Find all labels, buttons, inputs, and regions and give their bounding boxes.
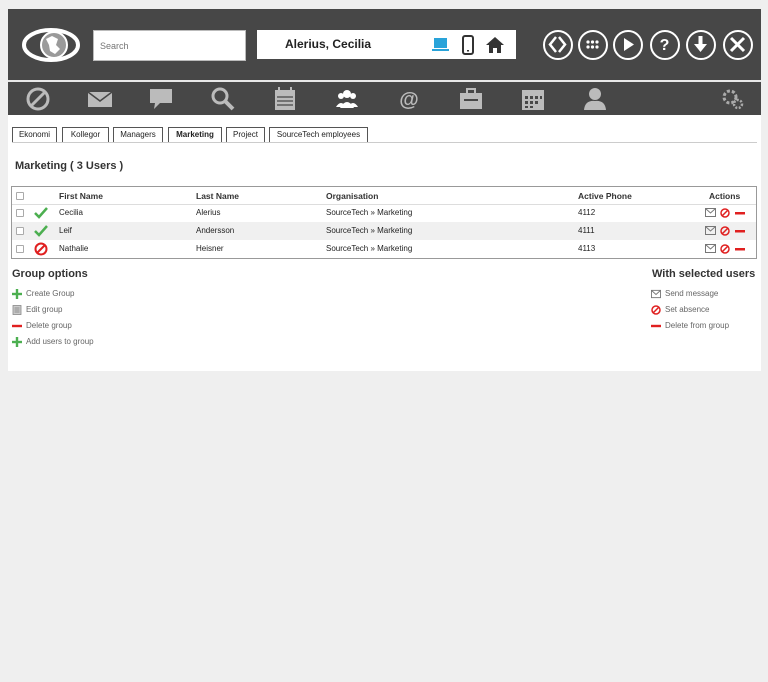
row-checkbox[interactable] (16, 209, 24, 217)
svg-text:@: @ (399, 89, 419, 111)
download-icon (694, 36, 707, 52)
search-icon[interactable] (210, 86, 236, 112)
play-button[interactable] (613, 30, 643, 60)
column-active-phone[interactable]: Active Phone (578, 187, 632, 205)
tab-ekonomi[interactable]: Ekonomi (12, 127, 57, 142)
column-organisation[interactable]: Organisation (326, 187, 378, 205)
organisation: SourceTech » Marketing (326, 226, 413, 235)
column-first-name[interactable]: First Name (59, 187, 103, 205)
absence-icon (651, 305, 661, 315)
column-last-name[interactable]: Last Name (196, 187, 239, 205)
briefcase-icon[interactable] (458, 86, 484, 112)
last-name: Alerius (196, 208, 221, 217)
schedule-icon[interactable] (520, 86, 546, 112)
computer-icon[interactable] (431, 35, 451, 55)
tab-managers[interactable]: Managers (113, 127, 163, 142)
row-actions (705, 244, 751, 254)
help-button[interactable]: ? (650, 30, 680, 60)
organisation: SourceTech » Marketing (326, 208, 413, 217)
apps-grid-icon (586, 40, 599, 49)
home-icon[interactable] (485, 35, 505, 55)
search-input[interactable] (93, 30, 246, 61)
minus-icon (651, 324, 661, 328)
download-button[interactable] (686, 30, 716, 60)
last-name: Andersson (196, 226, 235, 235)
chat-icon[interactable] (148, 86, 174, 112)
settings-icon[interactable] (720, 86, 746, 112)
current-user-name: Alerius, Cecilia (285, 37, 372, 51)
mobile-phone-icon[interactable] (458, 35, 478, 55)
tab-sourcetech-employees[interactable]: SourceTech employees (269, 127, 368, 142)
close-button[interactable] (723, 30, 753, 60)
last-name: Heisner (196, 244, 224, 253)
tab-project[interactable]: Project (226, 127, 265, 142)
column-actions: Actions (709, 191, 741, 201)
delete-from-group-icon[interactable] (735, 244, 745, 254)
user-icon[interactable] (582, 86, 608, 112)
plus-icon (12, 289, 22, 299)
group-options-title: Group options (12, 268, 88, 280)
groups-icon[interactable] (334, 86, 360, 112)
page-title: Marketing ( 3 Users ) (15, 160, 124, 172)
first-name: Leif (59, 226, 72, 235)
row-checkbox[interactable] (16, 227, 24, 235)
edit-icon (12, 305, 22, 315)
table-row: Cecilia Alerius SourceTech » Marketing 4… (12, 204, 756, 222)
select-all-checkbox[interactable] (16, 192, 24, 200)
available-check-icon (34, 207, 48, 219)
active-phone: 4112 (578, 208, 596, 217)
tab-kollegor[interactable]: Kollegor (62, 127, 109, 142)
set-absence-icon[interactable] (720, 208, 730, 218)
send-message-icon[interactable] (705, 244, 716, 253)
tab-divider (12, 142, 757, 143)
set-absence-icon[interactable] (720, 226, 730, 236)
switch-icon (548, 36, 567, 53)
set-absence-icon[interactable] (720, 244, 730, 254)
current-user-box: Alerius, Cecilia (257, 30, 516, 59)
absent-icon (34, 242, 48, 256)
table-row: Leif Andersson SourceTech » Marketing 41… (12, 222, 756, 240)
plus-icon (12, 337, 22, 347)
switch-button[interactable] (543, 30, 573, 60)
apps-button[interactable] (578, 30, 608, 60)
send-message-icon[interactable] (705, 226, 716, 235)
close-icon (729, 36, 746, 53)
row-actions (705, 208, 751, 218)
globe-logo-icon (22, 25, 80, 65)
svg-text:?: ? (660, 37, 670, 54)
minus-icon (12, 324, 22, 328)
delete-from-group-icon[interactable] (735, 208, 745, 218)
help-icon: ? (660, 37, 670, 54)
active-phone: 4111 (578, 226, 595, 235)
active-phone: 4113 (578, 244, 596, 253)
available-check-icon (34, 225, 48, 237)
absence-icon[interactable] (25, 86, 51, 112)
selected-users-title: With selected users (652, 268, 756, 280)
first-name: Cecilia (59, 208, 84, 217)
row-actions (705, 226, 751, 236)
first-name: Nathalie (59, 244, 89, 253)
calendar-icon[interactable] (272, 86, 298, 112)
main-toolbar: @ (8, 82, 761, 115)
play-icon (624, 38, 634, 51)
row-checkbox[interactable] (16, 245, 24, 253)
app-frame: Alerius, Cecilia ? (8, 9, 761, 371)
users-table: First Name Last Name Organisation Active… (11, 186, 757, 259)
top-header: Alerius, Cecilia ? (8, 9, 761, 81)
table-header-row: First Name Last Name Organisation Active… (12, 187, 756, 205)
organisation: SourceTech » Marketing (326, 244, 413, 253)
delete-from-group-icon[interactable] (735, 226, 745, 236)
at-icon[interactable]: @ (396, 86, 422, 112)
mail-icon[interactable] (87, 86, 113, 112)
table-row: Nathalie Heisner SourceTech » Marketing … (12, 240, 756, 258)
mail-icon (651, 289, 661, 299)
tab-marketing[interactable]: Marketing (168, 127, 222, 142)
send-message-icon[interactable] (705, 208, 716, 217)
